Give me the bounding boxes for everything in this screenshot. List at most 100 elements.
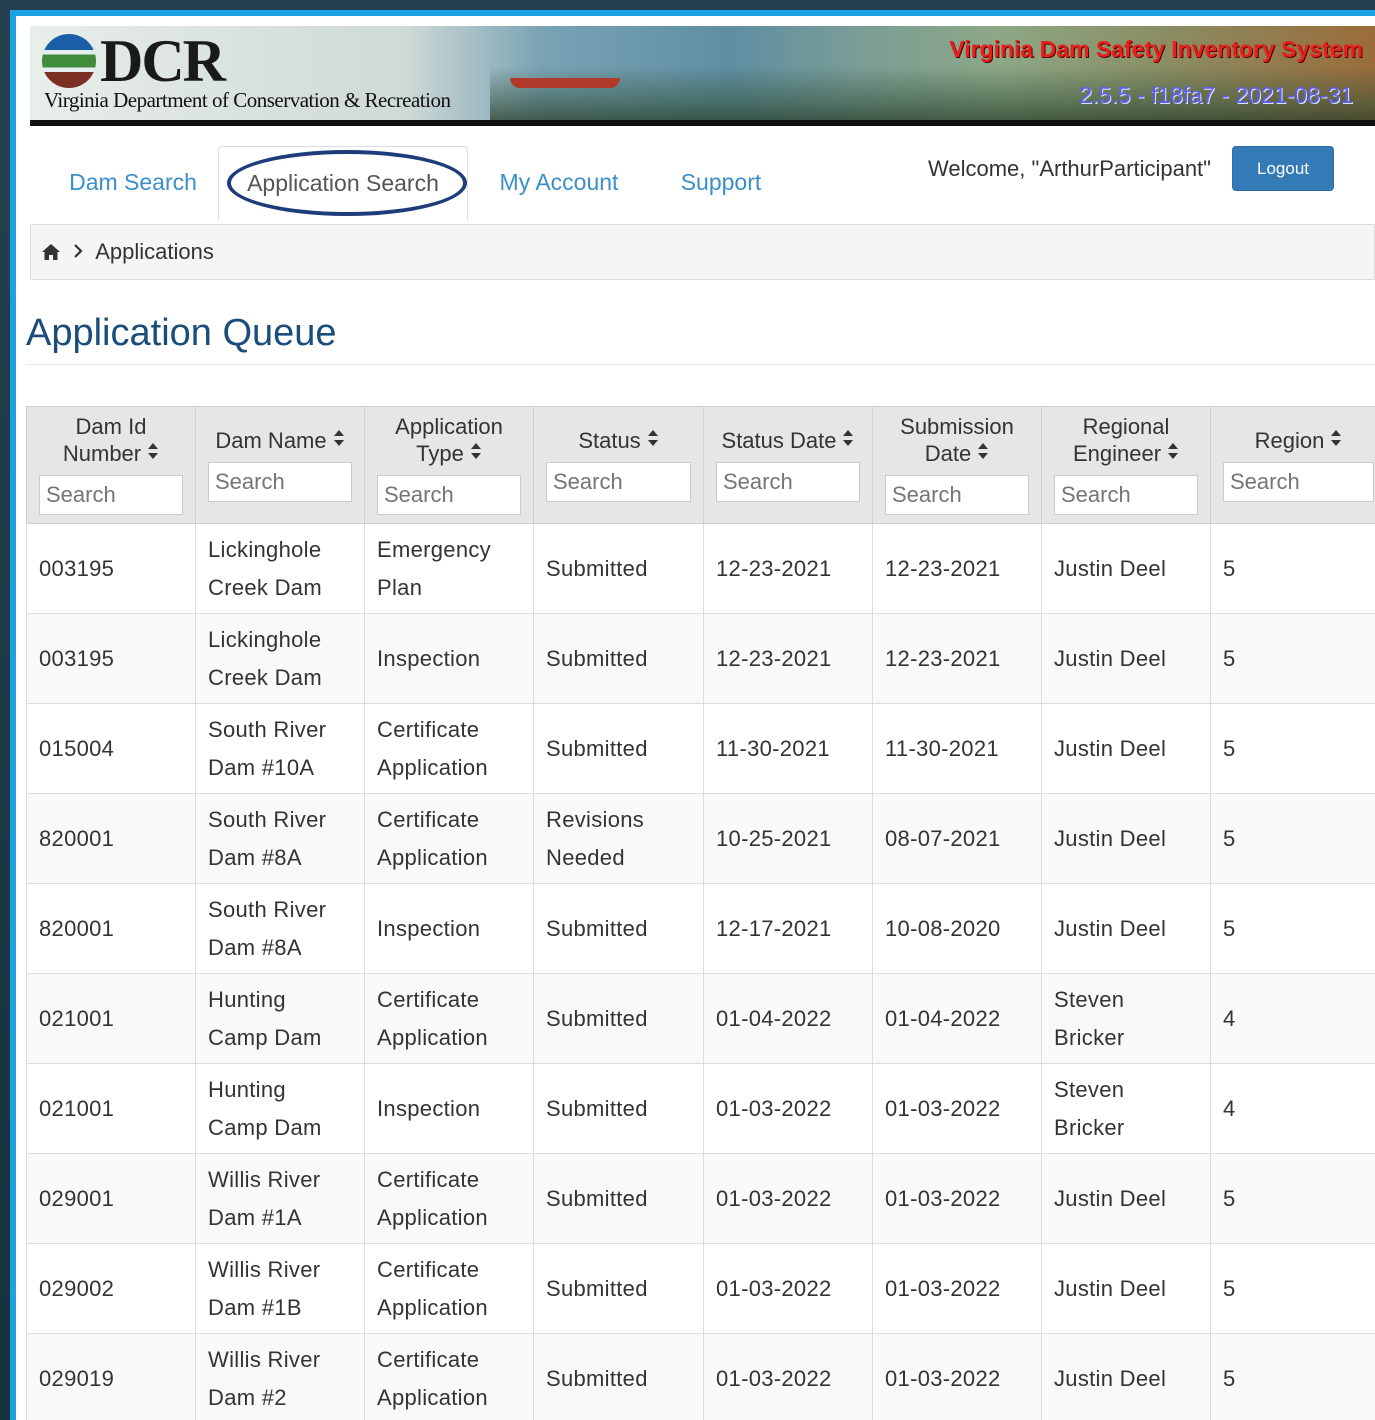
table-row[interactable]: 820001 South River Dam #8A Inspection Submi… [26, 883, 1375, 974]
column-header-label: Regional Engineer [1072, 414, 1170, 466]
column-header[interactable]: Submission Date [872, 406, 1042, 524]
cell-submission-date: 08-07-2021 [872, 793, 1042, 884]
sort-icon[interactable] [333, 429, 345, 456]
cell-regional-engineer: Justin Deel [1041, 703, 1211, 794]
sort-icon[interactable] [470, 442, 482, 469]
home-icon[interactable] [41, 227, 61, 260]
cell-submission-date: 10-08-2020 [872, 883, 1042, 974]
column-header[interactable]: Status [533, 406, 704, 524]
column-header-label: Dam Id Number [62, 414, 147, 466]
cell-region: 5 [1210, 883, 1375, 974]
tab-dam-search[interactable]: Dam Search [58, 146, 208, 218]
cell-regional-engineer: Justin Deel [1041, 883, 1211, 974]
cell-application-type: Inspection [364, 613, 534, 704]
cell-submission-date: 11-30-2021 [872, 703, 1042, 794]
column-search-input[interactable] [1054, 475, 1198, 515]
chevron-right-icon [73, 239, 89, 264]
column-header-label: Status [578, 427, 641, 453]
table-row[interactable]: 029002 Willis River Dam #1B Certificate Ap… [26, 1243, 1375, 1334]
cell-dam-name: Willis River Dam #2 [195, 1333, 365, 1420]
banner-boat [510, 78, 620, 88]
column-search-input[interactable] [716, 461, 860, 502]
cell-region: 5 [1210, 1153, 1375, 1244]
sort-icon[interactable] [147, 442, 159, 469]
table-row[interactable]: 015004 South River Dam #10A Certificate Ap… [26, 703, 1375, 794]
sort-icon[interactable] [1167, 442, 1179, 469]
column-search-input[interactable] [377, 475, 521, 515]
cell-regional-engineer: Steven Bricker [1041, 973, 1211, 1064]
cell-dam-id: 015004 [26, 703, 196, 794]
column-header[interactable]: Regional Engineer [1041, 406, 1211, 524]
cell-region: 5 [1210, 1243, 1375, 1334]
cell-dam-id: 820001 [26, 793, 196, 884]
system-title: Virginia Dam Safety Inventory System [949, 36, 1363, 62]
column-search-input[interactable] [885, 475, 1029, 515]
table-row[interactable]: 021001 Hunting Camp Dam Certificate Applic… [26, 973, 1375, 1064]
table-row[interactable]: 003195 Lickinghole Creek Dam Inspection Sub… [26, 613, 1375, 704]
cell-status: Submitted [533, 703, 704, 794]
sort-icon[interactable] [647, 429, 659, 456]
cell-status: Submitted [533, 523, 704, 614]
table-body: 003195 Lickinghole Creek Dam Emergency Pla… [26, 523, 1375, 1420]
cell-status-date: 01-03-2022 [703, 1153, 873, 1244]
cell-regional-engineer: Justin Deel [1041, 523, 1211, 614]
cell-application-type: Certificate Application [364, 703, 534, 794]
cell-dam-id: 820001 [26, 883, 196, 974]
table-row[interactable]: 029019 Willis River Dam #2 Certificate App… [26, 1333, 1375, 1420]
cell-submission-date: 01-03-2022 [872, 1333, 1042, 1420]
table-header-row: Dam Id Number Dam Name Application Type Sta… [26, 406, 1375, 524]
sort-icon[interactable] [1330, 429, 1342, 456]
cell-dam-name: South River Dam #10A [195, 703, 365, 794]
table-row[interactable]: 003195 Lickinghole Creek Dam Emergency Pla… [26, 523, 1375, 614]
cell-dam-id: 029002 [26, 1243, 196, 1334]
column-header[interactable]: Dam Name [195, 406, 365, 524]
cell-status-date: 01-04-2022 [703, 973, 873, 1064]
cell-submission-date: 01-03-2022 [872, 1243, 1042, 1334]
title-divider [26, 364, 1375, 365]
column-header[interactable]: Status Date [703, 406, 873, 524]
tab-my-account[interactable]: My Account [494, 146, 624, 218]
cell-regional-engineer: Justin Deel [1041, 1333, 1211, 1420]
cell-status-date: 11-30-2021 [703, 703, 873, 794]
cell-status-date: 01-03-2022 [703, 1063, 873, 1154]
page-title: Application Queue [26, 312, 337, 354]
cell-submission-date: 01-04-2022 [872, 973, 1042, 1064]
column-search-input[interactable] [39, 475, 183, 515]
column-header[interactable]: Region [1210, 406, 1375, 524]
cell-submission-date: 12-23-2021 [872, 613, 1042, 704]
cell-dam-name: Willis River Dam #1A [195, 1153, 365, 1244]
column-search-input[interactable] [1223, 461, 1374, 502]
column-header[interactable]: Dam Id Number [26, 406, 196, 524]
column-search-input[interactable] [208, 461, 352, 502]
cell-application-type: Inspection [364, 883, 534, 974]
table-row[interactable]: 029001 Willis River Dam #1A Certificate Ap… [26, 1153, 1375, 1244]
table-row[interactable]: 021001 Hunting Camp Dam Inspection Submitte… [26, 1063, 1375, 1154]
cell-dam-name: Lickinghole Creek Dam [195, 523, 365, 614]
cell-dam-id: 003195 [26, 523, 196, 614]
cell-region: 5 [1210, 703, 1375, 794]
cell-application-type: Certificate Application [364, 1333, 534, 1420]
column-header-label: Status Date [721, 427, 837, 453]
tab-application-search[interactable]: Application Search [218, 146, 468, 220]
cell-region: 4 [1210, 973, 1375, 1064]
cell-application-type: Certificate Application [364, 973, 534, 1064]
column-search-input[interactable] [546, 461, 691, 502]
cell-regional-engineer: Justin Deel [1041, 793, 1211, 884]
table-row[interactable]: 820001 South River Dam #8A Certificate App… [26, 793, 1375, 884]
cell-submission-date: 01-03-2022 [872, 1063, 1042, 1154]
column-header[interactable]: Application Type [364, 406, 534, 524]
sort-icon[interactable] [842, 429, 854, 456]
cell-status: Submitted [533, 883, 704, 974]
cell-submission-date: 01-03-2022 [872, 1153, 1042, 1244]
cell-dam-id: 003195 [26, 613, 196, 704]
cell-regional-engineer: Steven Bricker [1041, 1063, 1211, 1154]
cell-status: Submitted [533, 973, 704, 1064]
logo-text: DCR [100, 28, 226, 94]
tab-support[interactable]: Support [666, 146, 776, 218]
column-header-label: Application Type [395, 414, 503, 466]
sort-icon[interactable] [977, 442, 989, 469]
cell-status: Submitted [533, 1153, 704, 1244]
logout-button[interactable]: Logout [1232, 146, 1334, 191]
cell-dam-id: 021001 [26, 973, 196, 1064]
column-header-label: Submission Date [900, 414, 1014, 466]
